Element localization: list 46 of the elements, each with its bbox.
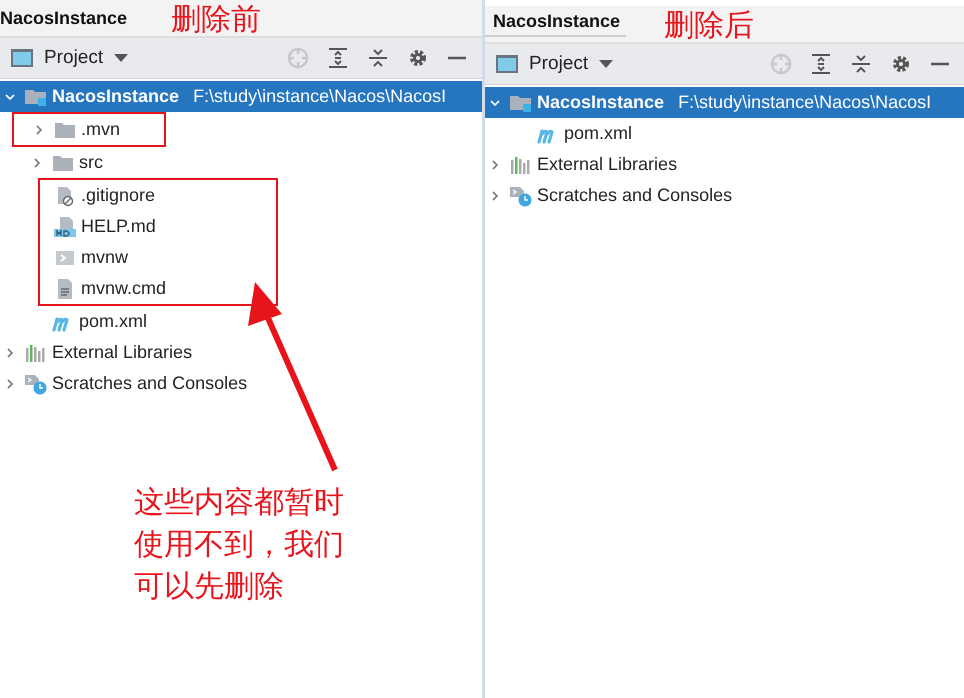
tree-item[interactable]: NacosInstance F:\study\instance\Nacos\NacosI <box>0 81 482 112</box>
tree-item-label: mvnw.cmd <box>81 278 166 299</box>
window-title: NacosInstance <box>0 8 128 28</box>
tree-item-label: mvnw <box>81 247 128 268</box>
tree-item[interactable]: Scratches and Consoles <box>485 180 964 211</box>
tree-item-label: NacosInstance <box>537 92 664 113</box>
markdown-file-icon <box>53 216 77 238</box>
window-icon <box>10 48 34 68</box>
scratch-clock-icon <box>24 372 48 394</box>
tree-item-label: Scratches and Consoles <box>52 373 248 394</box>
view-selector[interactable]: Project <box>10 47 130 69</box>
tree-item[interactable]: External Libraries <box>0 337 482 368</box>
tree-item[interactable]: NacosInstance F:\study\instance\Nacos\NacosI <box>485 87 964 118</box>
tree-item-label: External Libraries <box>537 154 678 175</box>
tree-item[interactable]: .gitignore <box>2 180 166 211</box>
project-path: F:\study\instance\Nacos\NacosI <box>678 92 932 113</box>
tree-item-label: pom.xml <box>564 123 632 144</box>
project-path: F:\study\instance\Nacos\NacosI <box>193 86 446 107</box>
tree-item[interactable]: Scratches and Consoles <box>0 368 482 399</box>
tree-item[interactable]: mvnw <box>2 242 166 273</box>
caret-icon <box>598 59 614 69</box>
tree-item[interactable]: src <box>0 147 482 178</box>
annotation-caption: 删除前 <box>171 2 262 38</box>
view-selector[interactable]: Project <box>495 53 614 75</box>
tree-item-label: pom.xml <box>79 311 148 332</box>
tree-item[interactable]: pom.xml <box>0 306 482 337</box>
annotation-note: 这些内容都暂时使用不到，我们可以先删除 <box>134 485 345 605</box>
tree-item-label: .gitignore <box>81 185 156 206</box>
tree-item-label: .mvn <box>81 119 120 140</box>
tree-item-label: External Libraries <box>52 342 192 363</box>
tree-item[interactable]: External Libraries <box>485 149 964 180</box>
tree-item[interactable]: HELP.md <box>2 211 166 242</box>
window-title: NacosInstance <box>485 11 626 37</box>
tree-item[interactable]: pom.xml <box>485 118 964 149</box>
tree-item[interactable]: .mvn <box>2 114 120 145</box>
annotation-caption: 删除后 <box>664 8 754 44</box>
expand-all-icon[interactable] <box>326 46 350 70</box>
tree-item-label: NacosInstance <box>52 86 180 107</box>
tree-item-label: Scratches and Consoles <box>537 185 732 206</box>
tree-item[interactable]: mvnw.cmd <box>2 273 166 304</box>
tree-item-label: HELP.md <box>81 216 156 237</box>
window-icon <box>495 54 519 74</box>
tree-item-label: src <box>79 152 103 173</box>
scratch-clock-icon <box>509 184 533 206</box>
expand-all-icon[interactable] <box>809 52 833 76</box>
caret-icon <box>113 53 130 63</box>
